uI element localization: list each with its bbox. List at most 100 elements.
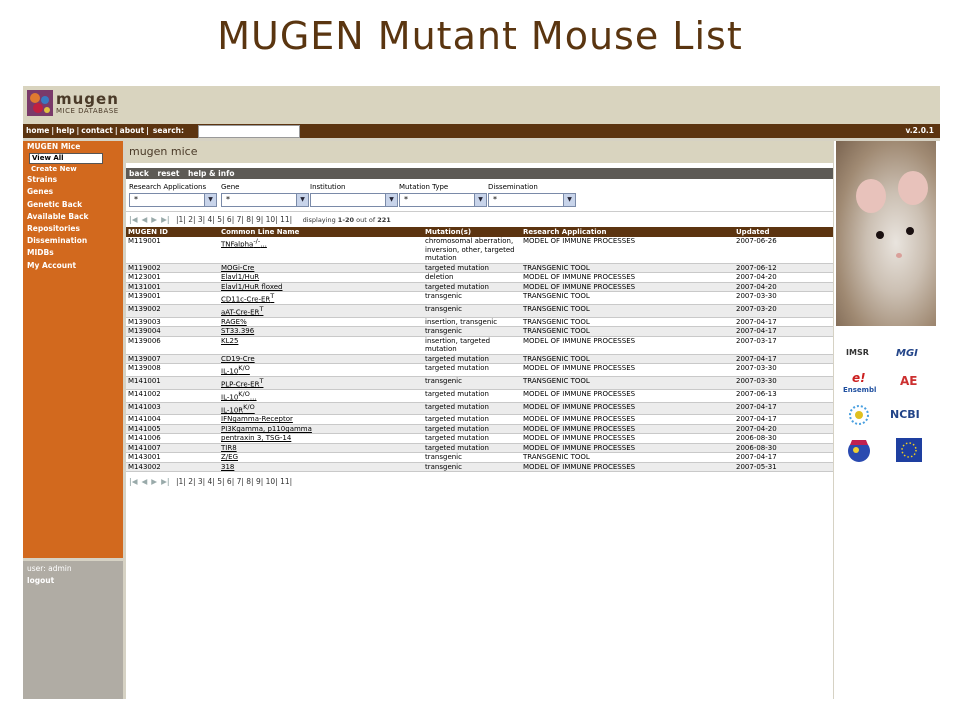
first-page-icon[interactable]: |◀ <box>129 477 138 486</box>
column-header-updated[interactable]: Updated <box>734 227 833 237</box>
row-name-text[interactable]: TNFalpha <box>221 240 253 248</box>
page-links[interactable]: |1| 2| 3| 4| 5| 6| 7| 8| 9| 10| 11| <box>176 215 292 224</box>
sidebar-section-mugen-mice[interactable]: MUGEN Mice <box>23 141 123 153</box>
table-row[interactable]: M141005 PI3Kgamma, p110gamma targeted muta… <box>126 424 833 435</box>
sidebar-item-available-back[interactable]: Available Back <box>23 211 123 223</box>
last-page-icon[interactable]: ▶| <box>161 215 170 224</box>
help-info-button[interactable]: help & info <box>188 169 234 178</box>
reset-button[interactable]: reset <box>158 169 180 178</box>
sidebar-item-my-account[interactable]: My Account <box>23 260 123 272</box>
row-name-text[interactable]: IL-10R <box>221 406 243 414</box>
sidebar-item-strains[interactable]: Strains <box>23 174 123 186</box>
row-name[interactable]: 318 <box>219 462 423 473</box>
sidebar-item-dissemination[interactable]: Dissemination <box>23 235 123 247</box>
row-name[interactable]: IL-10K/O <box>219 363 423 377</box>
filter-select-mutation-type[interactable]: * ▼ <box>399 193 487 207</box>
sidebar-item-genes[interactable]: Genes <box>23 186 123 198</box>
row-name-text[interactable]: RAGE% <box>221 318 247 326</box>
table-row[interactable]: M141007 TIR8 targeted mutation MODEL OF IMM… <box>126 443 833 454</box>
row-name[interactable]: RAGE% <box>219 317 423 328</box>
table-row[interactable]: M141003 IL-10RK/O targeted mutation MODEL O… <box>126 402 833 416</box>
row-name[interactable]: Elavl1/HuR floxed <box>219 282 423 292</box>
row-name[interactable]: IL-10RK/O <box>219 402 423 416</box>
row-name-text[interactable]: CD11c-Cre-ER <box>221 295 270 303</box>
sidebar-item-genetic-back[interactable]: Genetic Back <box>23 199 123 211</box>
mgi-logo-icon[interactable]: MGI <box>896 348 918 359</box>
filter-select-gene[interactable]: * ▼ <box>221 193 309 207</box>
column-header-name[interactable]: Common Line Name <box>219 227 423 237</box>
filter-select-institution[interactable]: ▼ <box>310 193 398 207</box>
table-row[interactable]: M141004 IFNgamma-Receptor targeted mutatio… <box>126 414 833 425</box>
row-name-text[interactable]: IFNgamma-Receptor <box>221 415 293 423</box>
nav-contact[interactable]: contact <box>81 126 113 135</box>
row-name-text[interactable]: CD19-Cre <box>221 355 255 363</box>
table-row[interactable]: M143001 Z/EG transgenic TRANSGENIC TOOL 2007… <box>126 452 833 463</box>
imsr-logo-icon[interactable]: IMSR <box>846 348 869 357</box>
first-page-icon[interactable]: |◀ <box>129 215 138 224</box>
row-name[interactable]: TNFalpha-/-... <box>219 237 423 264</box>
eu-flag-icon[interactable] <box>896 438 922 462</box>
back-button[interactable]: back <box>129 169 149 178</box>
table-row[interactable]: M139001 CD11c-Cre-ERT transgenic TRANSGENIC… <box>126 291 833 305</box>
row-name[interactable]: aAT-Cre-ERT <box>219 304 423 318</box>
table-row[interactable]: M139003 RAGE% insertion, transgenic TRANSGE… <box>126 317 833 328</box>
row-name-text[interactable]: MOGi-Cre <box>221 264 254 272</box>
table-row[interactable]: M139007 CD19-Cre targeted mutation TRANSGEN… <box>126 354 833 365</box>
search-input[interactable] <box>198 125 300 138</box>
ensembl-logo-icon[interactable]: e! <box>852 371 866 385</box>
row-name-text[interactable]: KL25 <box>221 337 238 345</box>
next-page-icon[interactable]: ▶ <box>151 477 157 486</box>
nav-home[interactable]: home <box>26 126 49 135</box>
row-name-text[interactable]: Elavl1/HuR <box>221 273 259 281</box>
table-row[interactable]: M141001 PLP-Cre-ERT transgenic TRANSGENIC T… <box>126 376 833 390</box>
next-page-icon[interactable]: ▶ <box>151 215 157 224</box>
column-header-mutations[interactable]: Mutation(s) <box>423 227 521 237</box>
filter-select-dissemination[interactable]: * ▼ <box>488 193 576 207</box>
row-name[interactable]: CD11c-Cre-ERT <box>219 291 423 305</box>
sidebar-item-midbs[interactable]: MIDBs <box>23 247 123 259</box>
row-name-text[interactable]: IL-10 <box>221 367 238 375</box>
nav-about[interactable]: about <box>120 126 145 135</box>
table-row[interactable]: M119002 MOGi-Cre targeted mutation TRANSGEN… <box>126 263 833 273</box>
row-name[interactable]: IL-10K/O... <box>219 389 423 403</box>
row-name[interactable]: KL25 <box>219 336 423 355</box>
nav-help[interactable]: help <box>56 126 74 135</box>
prev-page-icon[interactable]: ◀ <box>142 215 148 224</box>
row-name[interactable]: Elavl1/HuR <box>219 272 423 283</box>
row-name[interactable]: Z/EG <box>219 452 423 463</box>
row-name[interactable]: IFNgamma-Receptor <box>219 414 423 425</box>
prev-page-icon[interactable]: ◀ <box>142 477 148 486</box>
row-name[interactable]: PLP-Cre-ERT <box>219 376 423 390</box>
globe-logo-icon[interactable] <box>846 436 872 464</box>
row-name[interactable]: ST33.396 <box>219 326 423 337</box>
table-row[interactable]: M141002 IL-10K/O... targeted mutation MODEL… <box>126 389 833 403</box>
sidebar-view-all[interactable]: View All <box>29 153 103 165</box>
row-name-text[interactable]: TIR8 <box>221 444 237 452</box>
sidebar-create-new[interactable]: Create New <box>29 164 123 174</box>
sidebar-item-repositories[interactable]: Repositories <box>23 223 123 235</box>
row-name[interactable]: pentraxin 3, TSG-14 <box>219 433 423 444</box>
arrayexpress-logo-icon[interactable]: AE <box>900 374 917 388</box>
column-header-id[interactable]: MUGEN ID <box>126 227 219 237</box>
table-row[interactable]: M141006 pentraxin 3, TSG-14 targeted mutat… <box>126 433 833 444</box>
table-row[interactable]: M143002 318 transgenic MODEL OF IMMUNE PROC… <box>126 462 833 473</box>
filter-select-research-applications[interactable]: * ▼ <box>129 193 217 207</box>
row-name-text[interactable]: 318 <box>221 463 234 471</box>
table-row[interactable]: M139004 ST33.396 transgenic TRANSGENIC TOOL… <box>126 326 833 337</box>
row-name-text[interactable]: Elavl1/HuR floxed <box>221 283 283 291</box>
row-name-text[interactable]: PLP-Cre-ER <box>221 380 259 388</box>
table-row[interactable]: M131001 Elavl1/HuR floxed targeted mutatio… <box>126 282 833 292</box>
row-name[interactable]: CD19-Cre <box>219 354 423 365</box>
table-row[interactable]: M139002 aAT-Cre-ERT transgenic TRANSGENIC T… <box>126 304 833 318</box>
table-row[interactable]: M123001 Elavl1/HuR deletion MODEL OF IMMUNE… <box>126 272 833 283</box>
row-name-text[interactable]: pentraxin 3, TSG-14 <box>221 434 291 442</box>
dna-logo-icon[interactable] <box>848 404 870 426</box>
row-name[interactable]: TIR8 <box>219 443 423 454</box>
last-page-icon[interactable]: ▶| <box>161 477 170 486</box>
row-name-text[interactable]: Z/EG <box>221 453 238 461</box>
table-row[interactable]: M139008 IL-10K/O targeted mutation MODEL OF… <box>126 363 833 377</box>
row-name[interactable]: PI3Kgamma, p110gamma <box>219 424 423 435</box>
row-name-text[interactable]: PI3Kgamma, p110gamma <box>221 425 312 433</box>
row-name[interactable]: MOGi-Cre <box>219 263 423 273</box>
row-name-text[interactable]: ST33.396 <box>221 327 254 335</box>
